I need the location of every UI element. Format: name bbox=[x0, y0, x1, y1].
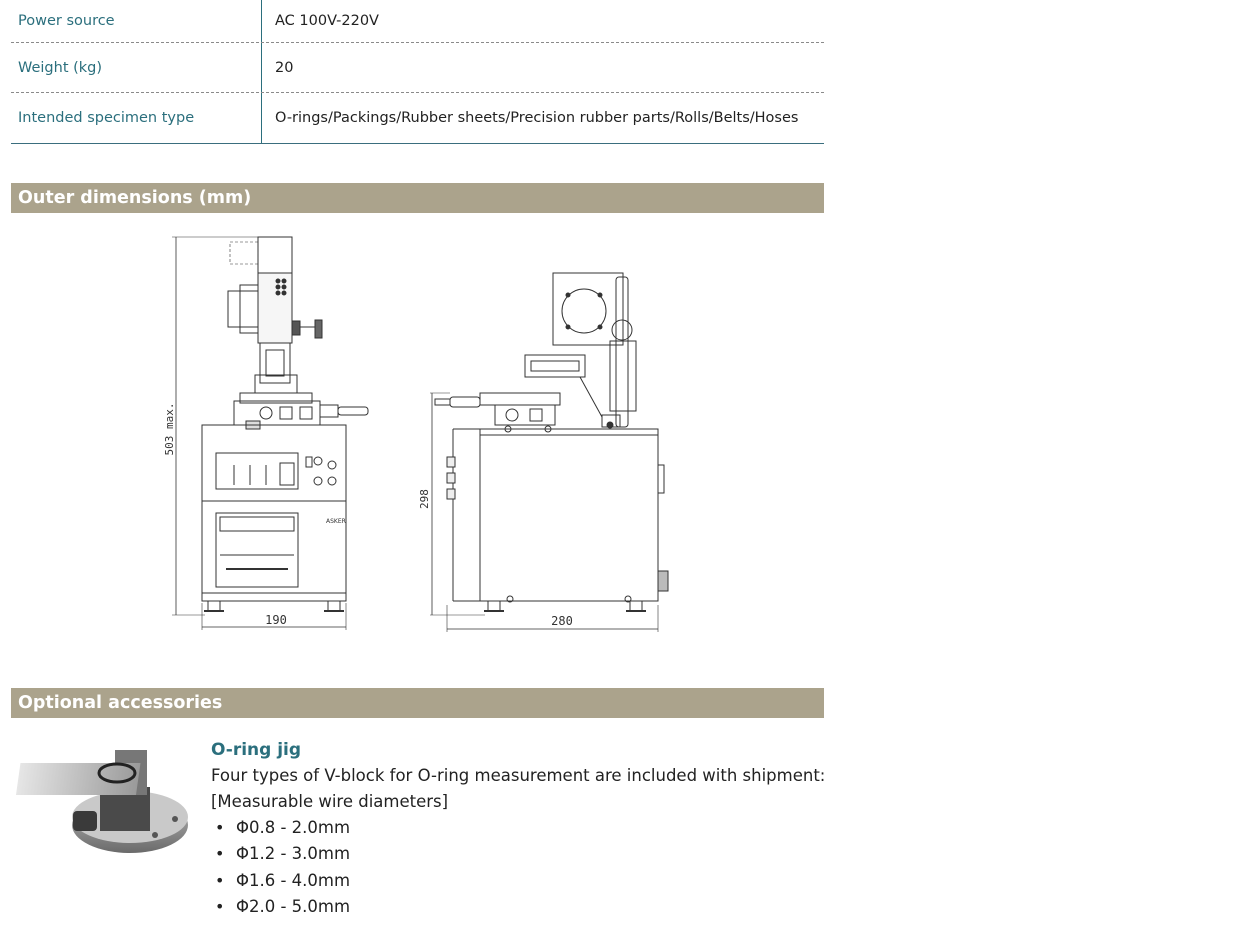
list-item: Φ1.2 - 3.0mm bbox=[211, 844, 350, 870]
side-height-label: 298 bbox=[418, 489, 431, 509]
oring-jig-photo bbox=[15, 750, 188, 853]
side-depth-label: 280 bbox=[551, 614, 573, 628]
front-view: 503 max. ASKER 190 bbox=[163, 236, 369, 630]
spec-value: O-rings/Packings/Rubber sheets/Precision… bbox=[275, 110, 799, 126]
accessory-subheading: [Measurable wire diameters] bbox=[211, 792, 449, 811]
spec-value: AC 100V-220V bbox=[275, 13, 379, 29]
accessory-title: O-ring jig bbox=[211, 740, 302, 760]
section-header-dimensions: Outer dimensions (mm) bbox=[11, 183, 824, 213]
spec-table: Power source AC 100V-220V Weight (kg) 20… bbox=[11, 0, 824, 144]
spec-value: 20 bbox=[275, 59, 294, 76]
list-item: Φ0.8 - 2.0mm bbox=[211, 818, 350, 844]
front-width-label: 190 bbox=[265, 613, 287, 627]
spec-key: Power source bbox=[18, 13, 115, 29]
side-view: 298 280 bbox=[418, 272, 669, 632]
svg-text:ASKER: ASKER bbox=[326, 518, 346, 525]
table-row: Intended specimen type O-rings/Packings/… bbox=[11, 93, 824, 144]
accessory-description: Four types of V-block for O-ring measure… bbox=[211, 766, 826, 785]
table-row: Weight (kg) 20 bbox=[11, 43, 824, 93]
spec-key: Intended specimen type bbox=[18, 110, 195, 126]
wire-diameter-list: Φ0.8 - 2.0mm Φ1.2 - 3.0mm Φ1.6 - 4.0mm Φ… bbox=[211, 818, 350, 923]
dimension-drawing: 503 max. ASKER 190 298 280 bbox=[163, 236, 669, 632]
spec-key: Weight (kg) bbox=[18, 59, 103, 76]
list-item: Φ1.6 - 4.0mm bbox=[211, 871, 350, 897]
list-item: Φ2.0 - 5.0mm bbox=[211, 897, 350, 923]
height-max-label: 503 max. bbox=[163, 403, 176, 456]
section-header-accessories: Optional accessories bbox=[11, 688, 824, 718]
table-row: Power source AC 100V-220V bbox=[11, 0, 824, 43]
